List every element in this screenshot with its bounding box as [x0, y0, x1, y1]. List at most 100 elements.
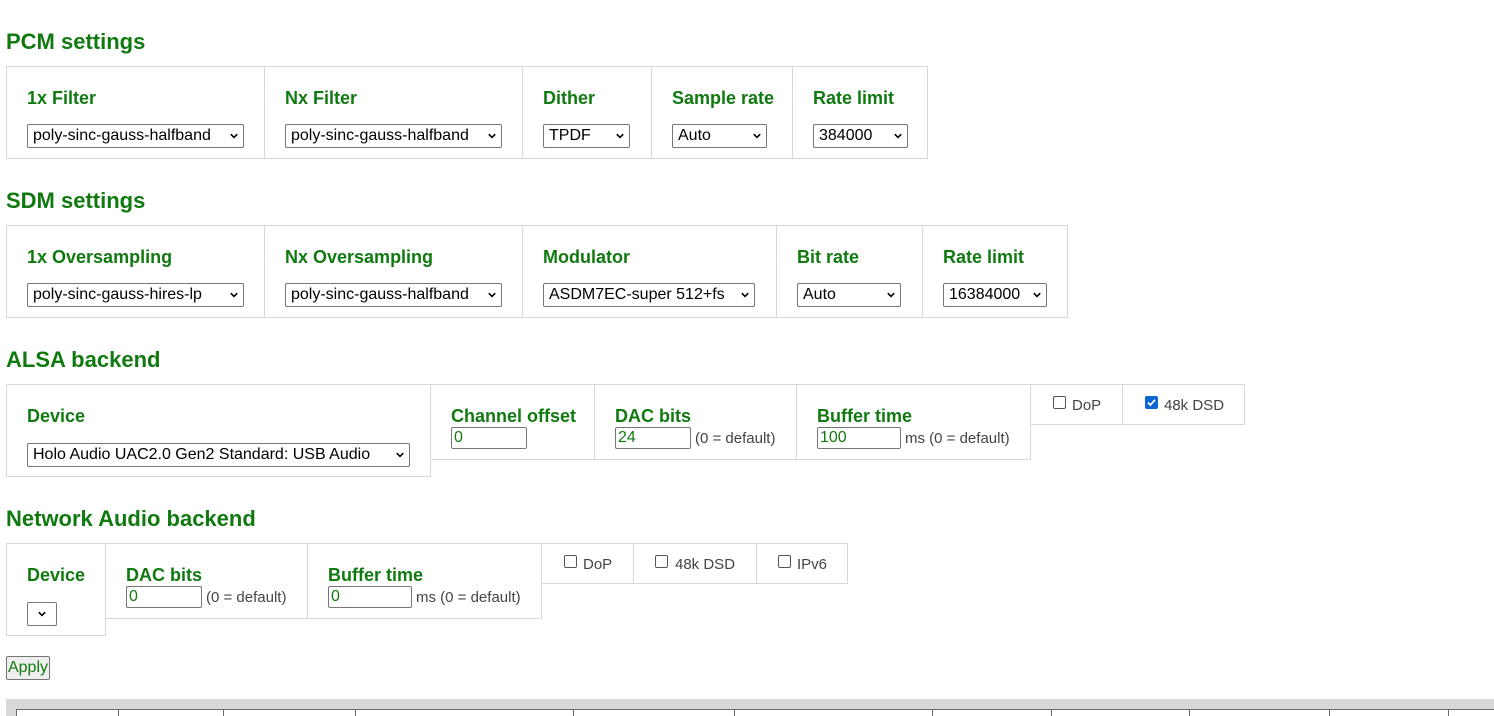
sdm-bit-rate-label: Bit rate	[797, 247, 860, 267]
sdm-nx-oversampling-cell: Nx Oversampling poly-sinc-gauss-halfband	[264, 225, 523, 318]
sdm-modulator-select[interactable]: ASDM7EC-super 512+fs	[543, 283, 755, 307]
table-column-divider	[118, 710, 119, 716]
network-device-select[interactable]	[27, 602, 57, 626]
sdm-bit-rate-select[interactable]: Auto	[797, 283, 901, 307]
network-dac-bits-input[interactable]: 0	[126, 586, 202, 608]
alsa-channel-offset-input[interactable]: 0	[451, 427, 527, 449]
alsa-backend-heading: ALSA backend	[6, 347, 161, 372]
network-48k-dsd-cell: 48k DSD	[633, 543, 757, 584]
pcm-sample-rate-select[interactable]: Auto	[672, 124, 767, 148]
network-dac-bits-cell: DAC bits 0 (0 = default)	[105, 543, 308, 619]
pcm-sample-rate-cell: Sample rate Auto	[651, 66, 793, 159]
network-device-cell: Device	[6, 543, 106, 636]
alsa-device-value: Holo Audio UAC2.0 Gen2 Standard: USB Aud…	[33, 446, 371, 463]
network-ipv6-label: IPv6	[797, 556, 828, 573]
pcm-sample-rate-label: Sample rate	[672, 88, 775, 108]
sdm-1x-oversampling-label: 1x Oversampling	[27, 247, 173, 267]
chevron-down-icon	[894, 133, 902, 139]
sdm-nx-oversampling-label: Nx Oversampling	[285, 247, 434, 267]
alsa-48k-dsd-checkbox[interactable]	[1145, 396, 1158, 409]
network-ipv6-checkbox[interactable]	[778, 555, 791, 568]
alsa-buffer-time-input[interactable]: 100	[817, 427, 901, 449]
chevron-down-icon	[230, 133, 238, 139]
pcm-1x-filter-cell: 1x Filter poly-sinc-gauss-halfband	[6, 66, 265, 159]
pcm-dither-select[interactable]: TPDF	[543, 124, 630, 148]
bottom-table-frame	[6, 699, 1494, 716]
network-buffer-time-hint: ms (0 = default)	[416, 589, 521, 606]
sdm-1x-oversampling-select[interactable]: poly-sinc-gauss-hires-lp	[27, 283, 244, 307]
pcm-1x-filter-value: poly-sinc-gauss-halfband	[33, 127, 211, 144]
network-dop-checkbox[interactable]	[564, 555, 577, 568]
chevron-down-icon	[230, 292, 238, 298]
network-ipv6-cell: IPv6	[756, 543, 848, 584]
chevron-down-icon	[741, 292, 749, 298]
bottom-table-header	[16, 709, 1494, 716]
alsa-channel-offset-label: Channel offset	[451, 406, 577, 426]
alsa-dop-cell: DoP	[1030, 384, 1123, 425]
table-column-divider	[734, 710, 735, 716]
pcm-1x-filter-label: 1x Filter	[27, 88, 97, 108]
apply-button[interactable]: Apply	[6, 656, 50, 680]
alsa-buffer-time-cell: Buffer time 100 ms (0 = default)	[796, 384, 1031, 460]
network-buffer-time-input[interactable]: 0	[328, 586, 412, 608]
table-column-divider	[1448, 710, 1449, 716]
chevron-down-icon	[396, 452, 404, 458]
pcm-dither-label: Dither	[543, 88, 596, 108]
sdm-1x-oversampling-value: poly-sinc-gauss-hires-lp	[33, 286, 202, 303]
pcm-dither-cell: Dither TPDF	[522, 66, 652, 159]
chevron-down-icon	[753, 133, 761, 139]
chevron-down-icon	[38, 611, 46, 617]
table-column-divider	[1189, 710, 1190, 716]
pcm-nx-filter-select[interactable]: poly-sinc-gauss-halfband	[285, 124, 502, 148]
network-buffer-time-cell: Buffer time 0 ms (0 = default)	[307, 543, 542, 619]
pcm-nx-filter-value: poly-sinc-gauss-halfband	[291, 127, 469, 144]
sdm-1x-oversampling-cell: 1x Oversampling poly-sinc-gauss-hires-lp	[6, 225, 265, 318]
sdm-modulator-cell: Modulator ASDM7EC-super 512+fs	[522, 225, 777, 318]
sdm-bit-rate-value: Auto	[803, 286, 836, 303]
alsa-dac-bits-label: DAC bits	[615, 406, 691, 426]
table-column-divider	[1051, 710, 1052, 716]
pcm-nx-filter-label: Nx Filter	[285, 88, 358, 108]
pcm-rate-limit-select[interactable]: 384000	[813, 124, 908, 148]
alsa-dac-bits-input[interactable]: 24	[615, 427, 691, 449]
network-dop-cell: DoP	[541, 543, 634, 584]
chevron-down-icon	[488, 133, 496, 139]
checkmark-icon	[1147, 399, 1156, 407]
table-column-divider	[932, 710, 933, 716]
pcm-rate-limit-label: Rate limit	[813, 88, 895, 108]
network-dop-label: DoP	[583, 556, 613, 573]
alsa-dop-checkbox[interactable]	[1053, 396, 1066, 409]
sdm-rate-limit-select[interactable]: 16384000	[943, 283, 1047, 307]
chevron-down-icon	[488, 292, 496, 298]
chevron-down-icon	[1033, 292, 1041, 298]
alsa-dac-bits-cell: DAC bits 24 (0 = default)	[594, 384, 797, 460]
alsa-device-cell: Device Holo Audio UAC2.0 Gen2 Standard: …	[6, 384, 431, 477]
sdm-nx-oversampling-value: poly-sinc-gauss-halfband	[291, 286, 469, 303]
sdm-modulator-label: Modulator	[543, 247, 630, 267]
table-column-divider	[1329, 710, 1330, 716]
alsa-buffer-time-hint: ms (0 = default)	[905, 430, 1010, 447]
network-backend-heading: Network Audio backend	[6, 506, 256, 531]
alsa-buffer-time-label: Buffer time	[817, 406, 913, 426]
network-48k-dsd-label: 48k DSD	[675, 556, 736, 573]
table-column-divider	[355, 710, 356, 716]
sdm-rate-limit-label: Rate limit	[943, 247, 1025, 267]
sdm-nx-oversampling-select[interactable]: poly-sinc-gauss-halfband	[285, 283, 502, 307]
sdm-rate-limit-value: 16384000	[949, 286, 1021, 303]
table-column-divider	[573, 710, 574, 716]
sdm-bit-rate-cell: Bit rate Auto	[776, 225, 923, 318]
alsa-48k-dsd-label: 48k DSD	[1164, 397, 1225, 414]
network-48k-dsd-checkbox[interactable]	[655, 555, 668, 568]
pcm-nx-filter-cell: Nx Filter poly-sinc-gauss-halfband	[264, 66, 523, 159]
sdm-modulator-value: ASDM7EC-super 512+fs	[549, 286, 725, 303]
pcm-1x-filter-select[interactable]: poly-sinc-gauss-halfband	[27, 124, 244, 148]
network-device-label: Device	[27, 565, 86, 585]
alsa-device-select[interactable]: Holo Audio UAC2.0 Gen2 Standard: USB Aud…	[27, 443, 410, 467]
pcm-rate-limit-cell: Rate limit 384000	[792, 66, 928, 159]
sdm-settings-heading: SDM settings	[6, 188, 146, 213]
alsa-dac-bits-hint: (0 = default)	[695, 430, 776, 447]
chevron-down-icon	[887, 292, 895, 298]
chevron-down-icon	[616, 133, 624, 139]
pcm-rate-limit-value: 384000	[819, 127, 873, 144]
pcm-dither-value: TPDF	[549, 127, 591, 144]
